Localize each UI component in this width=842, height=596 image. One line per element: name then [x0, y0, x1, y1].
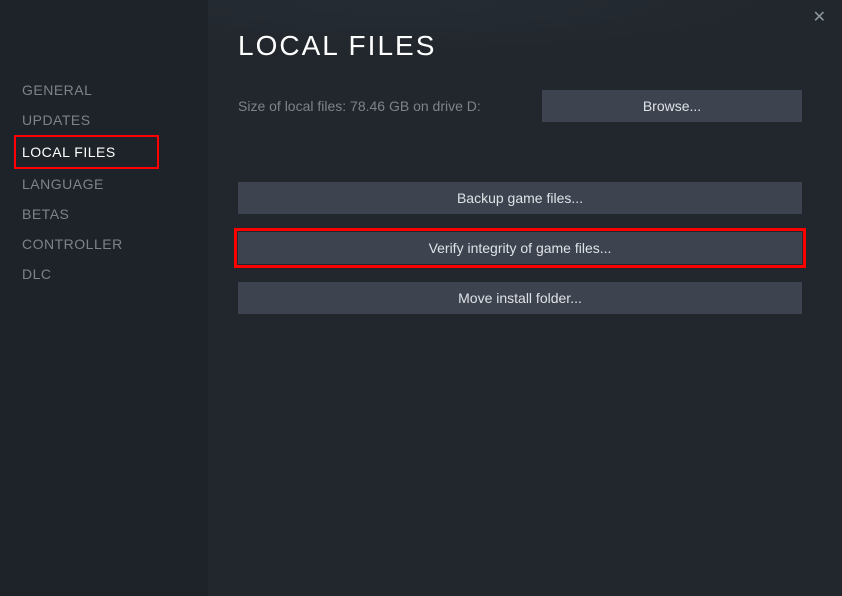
close-icon[interactable]: ✕: [813, 10, 826, 26]
backup-game-files-button[interactable]: Backup game files...: [238, 182, 802, 214]
sidebar-item-betas[interactable]: BETAS: [22, 199, 208, 229]
page-title: LOCAL FILES: [238, 30, 802, 62]
move-install-folder-button[interactable]: Move install folder...: [238, 282, 802, 314]
sidebar-item-general[interactable]: GENERAL: [22, 75, 208, 105]
main-panel: ✕ LOCAL FILES Size of local files: 78.46…: [208, 0, 842, 596]
sidebar-item-dlc[interactable]: DLC: [22, 259, 208, 289]
sidebar-item-controller[interactable]: CONTROLLER: [22, 229, 208, 259]
sidebar-item-updates[interactable]: UPDATES: [22, 105, 208, 135]
action-buttons: Backup game files... Verify integrity of…: [238, 182, 802, 314]
size-of-local-files-text: Size of local files: 78.46 GB on drive D…: [238, 98, 522, 114]
sidebar-item-local-files[interactable]: LOCAL FILES: [14, 135, 159, 169]
size-info-row: Size of local files: 78.46 GB on drive D…: [238, 90, 802, 122]
sidebar-item-language[interactable]: LANGUAGE: [22, 169, 208, 199]
browse-button[interactable]: Browse...: [542, 90, 802, 122]
sidebar: GENERAL UPDATES LOCAL FILES LANGUAGE BET…: [0, 0, 208, 596]
verify-integrity-button[interactable]: Verify integrity of game files...: [238, 232, 802, 264]
